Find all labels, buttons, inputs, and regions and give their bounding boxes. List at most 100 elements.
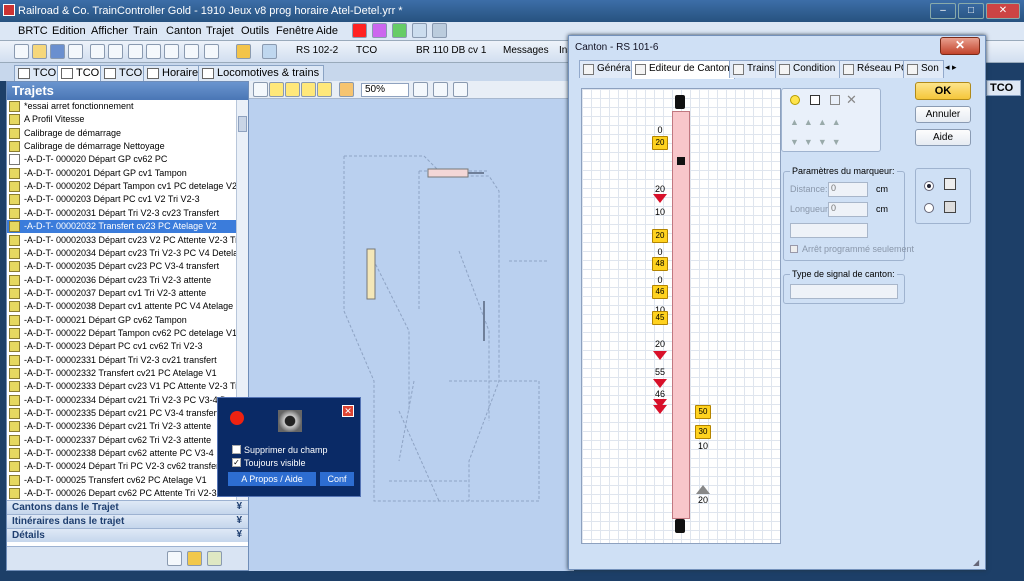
right-tco-tab[interactable]: TCO (986, 80, 1021, 96)
toolbar-messages[interactable]: Messages (503, 45, 549, 56)
switch-icon[interactable] (207, 551, 222, 566)
list-item[interactable]: *essai arret fonctionnement (7, 100, 236, 113)
list-item[interactable]: -A-D-T- 00002034 Départ cv23 Tri V2-3 PC… (7, 247, 236, 260)
list-item[interactable]: -A-D-T- 000022 Départ Tampon cv62 PC det… (7, 327, 236, 340)
section-cantons[interactable]: Cantons dans le Trajet ¥ (7, 500, 248, 514)
open-icon[interactable] (32, 44, 47, 59)
tab-tco-3[interactable]: TCO (100, 65, 148, 81)
trajets-list[interactable]: *essai arret fonctionnement A Profil Vite… (7, 100, 236, 500)
stop-marker-icon[interactable] (810, 95, 820, 105)
list-item[interactable]: -A-D-T- 00002332 Transfert cv21 PC Atela… (7, 367, 236, 380)
list-item[interactable]: -A-D-T- 000024 Départ Tri PC V2-3 cv62 t… (7, 460, 236, 473)
help-button[interactable]: Aide (915, 129, 971, 146)
checkbox-supprimer[interactable] (232, 445, 241, 454)
chart-icon[interactable] (453, 82, 468, 97)
marker-distance-label[interactable]: 0 (650, 275, 670, 285)
list-item[interactable]: -A-D-T- 00002337 Départ cv62 Tri V2-3 at… (7, 434, 236, 447)
list-item[interactable]: -A-D-T- 00002037 Depart cv1 Tri V2-3 att… (7, 287, 236, 300)
edit-icon[interactable] (204, 44, 219, 59)
list-item[interactable]: Calibrage de démarrage (7, 127, 236, 140)
conf-button[interactable]: Conf (320, 472, 354, 486)
print-icon[interactable] (68, 44, 83, 59)
speed-limit-sign[interactable]: 48 (652, 257, 668, 271)
minimize-button[interactable]: – (930, 3, 956, 19)
cancel-button[interactable]: Annuler (915, 106, 971, 123)
list-item[interactable]: -A-D-T- 00002335 Départ cv21 PC V3-4 tra… (7, 407, 236, 420)
delete-icon[interactable]: ✕ (846, 92, 857, 108)
cut-icon[interactable] (128, 44, 143, 59)
brake-marker-icon[interactable] (830, 95, 840, 105)
tco-canvas[interactable] (249, 81, 574, 571)
view-mode-radio-1[interactable] (924, 181, 934, 191)
tools-icon[interactable] (236, 44, 251, 59)
arrow-up-icons[interactable]: ▲▲▲▲ (790, 117, 846, 127)
brake-marker-icon[interactable] (653, 194, 667, 203)
menu-aide[interactable]: Aide (316, 25, 338, 37)
track-icon[interactable] (167, 551, 182, 566)
list-item[interactable]: -A-D-T- 00002031 Départ Tri V2-3 cv23 Tr… (7, 207, 236, 220)
list-item[interactable]: -A-D-T- 00002334 Départ cv21 Tri V2-3 PC… (7, 394, 236, 407)
list-item[interactable]: -A-D-T- 00002035 Départ cv23 PC V3-4 tra… (7, 260, 236, 273)
stop-only-checkbox[interactable] (790, 245, 798, 253)
speed-limit-sign[interactable]: 20 (652, 136, 668, 150)
record-icon[interactable] (230, 411, 244, 425)
menu-fenetre[interactable]: Fenêtre (276, 25, 314, 37)
section-itineraires[interactable]: Itinéraires dans le trajet ¥ (7, 514, 248, 528)
stop-icon[interactable] (352, 23, 367, 38)
tab-condition[interactable]: Condition (775, 60, 841, 78)
distance-field[interactable]: 0 (828, 182, 868, 197)
menu-trajet[interactable]: Trajet (206, 25, 234, 37)
brake-marker-icon[interactable] (653, 379, 667, 388)
marker-distance-label[interactable]: 10 (693, 441, 713, 451)
toolbar-block-select[interactable]: RS 102-2 (296, 45, 338, 56)
marker-distance-label[interactable]: 0 (650, 247, 670, 257)
list-item[interactable]: -A-D-T- 0000201 Départ GP cv1 Tampon (7, 167, 236, 180)
marker-icon[interactable] (790, 95, 800, 105)
copy-icon[interactable] (146, 44, 161, 59)
list-item[interactable]: -A-D-T- 00002331 Départ Tri V2-3 cv21 tr… (7, 354, 236, 367)
list-item[interactable]: -A-D-T- 0000203 Départ PC cv1 V2 Tri V2-… (7, 193, 236, 206)
stop-marker-icon[interactable] (696, 485, 710, 494)
list-item[interactable]: -A-D-T- 00002032 Transfert cv23 PC Atela… (7, 220, 236, 234)
delete-icon[interactable] (184, 44, 199, 59)
about-button[interactable]: A Propos / Aide (228, 472, 316, 486)
marker-distance-label[interactable]: 20 (650, 339, 670, 349)
clock-icon[interactable] (432, 23, 447, 38)
tab-locomotives[interactable]: Locomotives & trains (198, 65, 325, 81)
train-icon[interactable] (262, 44, 277, 59)
list-item[interactable]: -A-D-T- 000021 Départ GP cv62 Tampon (7, 314, 236, 327)
scroll-thumb[interactable] (238, 116, 247, 132)
redo-icon[interactable] (108, 44, 123, 59)
arrow-right-icon[interactable] (285, 82, 300, 97)
tab-son[interactable]: Son (903, 60, 944, 78)
save-icon[interactable] (50, 44, 65, 59)
marker-distance-label[interactable]: 20 (693, 495, 713, 505)
tab-trains[interactable]: Trains (729, 60, 780, 78)
speed-limit-sign[interactable]: 45 (652, 311, 668, 325)
toolbar-train-select[interactable]: BR 110 DB cv 1 (416, 45, 486, 56)
resize-grip-icon[interactable]: ◢ (973, 558, 983, 568)
list-item[interactable]: -A-D-T- 0000202 Départ Tampon cv1 PC det… (7, 180, 236, 193)
list-item[interactable]: -A-D-T- 000023 Départ PC cv1 cv62 Tri V2… (7, 340, 236, 353)
route-icon[interactable] (187, 551, 202, 566)
brake-marker-icon[interactable] (653, 405, 667, 414)
signal-type-select[interactable] (790, 284, 898, 299)
speed-limit-sign[interactable]: 30 (695, 425, 711, 439)
toolbar-tco-select[interactable]: TCO (356, 45, 377, 56)
marker-distance-label[interactable]: 46 (650, 389, 670, 399)
marker-distance-label[interactable]: 20 (650, 184, 670, 194)
list-item[interactable]: Calibrage de démarrage Nettoyage (7, 140, 236, 153)
menu-brtc[interactable]: BRTC (18, 25, 48, 37)
section-details[interactable]: Détails ¥ (7, 528, 248, 542)
person-icon[interactable] (339, 82, 354, 97)
tab-horaire[interactable]: Horaire (143, 65, 204, 81)
marker-distance-label[interactable]: 0 (650, 125, 670, 135)
block-editor-grid[interactable]: 0 20 20 10 20 0 48 0 46 10 45 20 55 46 50 30 10 20 (581, 88, 781, 544)
pointer-icon[interactable] (253, 82, 268, 97)
list-item[interactable]: -A-D-T- 00002336 Départ cv21 Tri V2-3 at… (7, 420, 236, 433)
tab-tco-1[interactable]: TCO (14, 65, 62, 81)
list-item[interactable]: -A-D-T- 000020 Départ GP cv62 PC (7, 153, 236, 166)
menu-canton[interactable]: Canton (166, 25, 201, 37)
tab-tco-2[interactable]: TCO (57, 65, 105, 81)
close-icon[interactable]: ✕ (342, 405, 354, 417)
